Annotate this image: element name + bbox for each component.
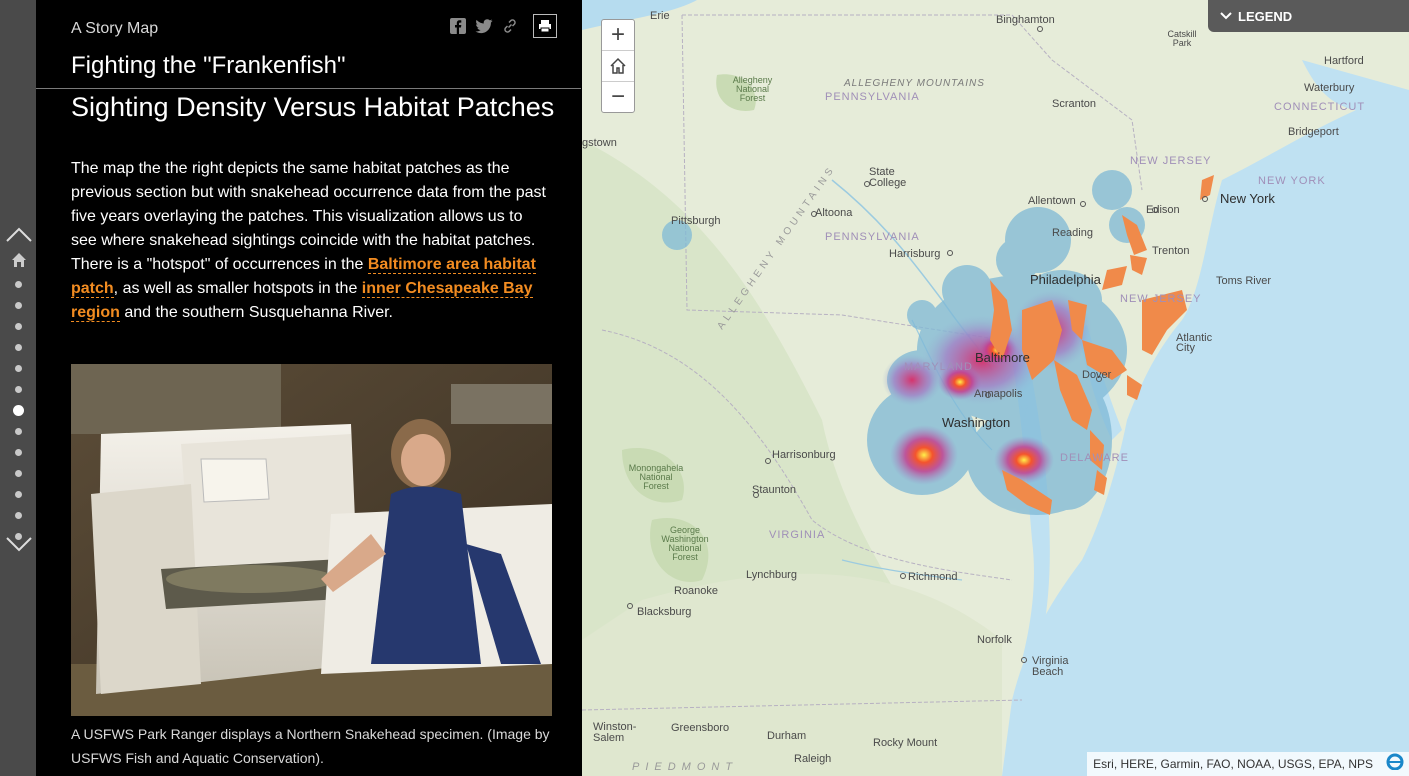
photo-caption: A USFWS Park Ranger displays a Northern … (71, 726, 550, 766)
map-label-toms-river: Toms River (1216, 275, 1272, 287)
map-label-annapolis: Annapolis (974, 388, 1023, 400)
map-label-new-jersey: NEW JERSEY (1130, 155, 1212, 167)
map-label-monongahela: Monongahela National Forest (628, 463, 684, 491)
map-label-george-washington-nf: George Washington National Forest (661, 525, 709, 562)
map-label-catskill: Catskill Park (1167, 29, 1197, 48)
map-label-waterbury: Waterbury (1304, 82, 1355, 94)
map-label-pennsylvania-2: PENNSYLVANIA (825, 231, 920, 243)
map-label-philadelphia: Philadelphia (1030, 272, 1101, 287)
section-nav-dot[interactable] (15, 491, 22, 498)
map-label-washington: Washington (942, 415, 1011, 430)
map-label-pittsburgh: Pittsburgh (671, 215, 721, 227)
map-label-durham: Durham (767, 730, 807, 742)
story-panel: A Story Map Fighting the "Frankenfish" S… (36, 0, 581, 776)
legend-label: LEGEND (1238, 8, 1293, 24)
section-body: The map the the right depicts the same h… (71, 157, 551, 325)
section-nav-dot[interactable] (15, 344, 22, 351)
section-nav-dot[interactable] (15, 428, 22, 435)
twitter-icon[interactable] (475, 17, 493, 35)
map-label-piedmont: PIEDMONT (632, 761, 739, 773)
legend-toggle[interactable]: LEGEND (1208, 0, 1409, 32)
map-label-baltimore: Baltimore (975, 350, 1030, 365)
chevron-down-icon (1220, 12, 1232, 20)
section-nav-dot[interactable] (15, 365, 22, 372)
map-label-erie: Erie (650, 10, 670, 22)
map-label-gstown: gstown (582, 137, 617, 149)
body-text-3: and the southern Susquehanna River. (119, 304, 393, 321)
map-label-allegheny-mountains: ALLEGHENY MOUNTAINS (844, 78, 985, 89)
map-label-richmond: Richmond (908, 571, 958, 583)
section-navigation (0, 0, 36, 776)
map-label-new-york-state: NEW YORK (1258, 175, 1326, 187)
story-title: Fighting the "Frankenfish" (71, 52, 346, 79)
map-label-new-jersey-2: NEW JERSEY (1120, 293, 1202, 305)
map-label-scranton: Scranton (1052, 98, 1097, 110)
map-label-staunton: Staunton (752, 484, 797, 496)
home-extent-button[interactable] (602, 51, 634, 82)
map-label-trenton: Trenton (1152, 245, 1190, 257)
body-text-2: , as well as smaller hotspots in the (113, 280, 362, 297)
map-label-blacksburg: Blacksburg (637, 606, 692, 618)
section-nav-dot[interactable] (15, 386, 22, 393)
chevron-up-icon[interactable] (6, 226, 32, 242)
map-label-allentown: Allentown (1028, 195, 1076, 207)
print-icon[interactable] (533, 14, 557, 38)
title-divider (36, 88, 581, 89)
map-label-binghamton: Binghamton (996, 14, 1055, 26)
snakehead-photo (71, 364, 552, 716)
share-bar (449, 14, 557, 38)
map-label-maryland: MARYLAND (904, 361, 973, 373)
map-label-virginia: VIRGINIA (769, 529, 826, 541)
section-nav-dot[interactable] (15, 512, 22, 519)
map-view[interactable]: ALLEGHENY MOUNTAINS Erie Binghamton Cats… (582, 0, 1409, 776)
map-label-pennsylvania: PENNSYLVANIA (825, 91, 920, 103)
map-label-reading: Reading (1052, 227, 1093, 239)
facebook-icon[interactable] (449, 17, 467, 35)
chevron-down-icon[interactable] (6, 537, 32, 553)
section-title: Sighting Density Versus Habitat Patches (71, 92, 555, 122)
map-label-hartford: Hartford (1324, 55, 1364, 67)
story-kicker: A Story Map (71, 20, 159, 37)
map-label-state-college: State College (869, 166, 907, 189)
section-nav-dot[interactable] (15, 470, 22, 477)
map-label-virginia-beach: Virginia Beach (1032, 655, 1069, 678)
map-label-connecticut: CONNECTICUT (1274, 101, 1366, 113)
map-label-harrisburg: Harrisburg (889, 248, 941, 260)
map-label-lynchburg: Lynchburg (746, 569, 797, 581)
map-label-greensboro: Greensboro (671, 722, 730, 734)
map-label-rocky-mount: Rocky Mount (873, 737, 938, 749)
section-nav-dot[interactable] (13, 405, 24, 416)
map-label-edison: Edison (1146, 204, 1180, 216)
map-attribution: Esri, HERE, Garmin, FAO, NOAA, USGS, EPA… (1087, 752, 1409, 776)
section-nav-dot[interactable] (15, 302, 22, 309)
section-nav-dot[interactable] (15, 449, 22, 456)
map-label-bridgeport: Bridgeport (1288, 126, 1339, 138)
map-label-harrisonburg: Harrisonburg (772, 449, 836, 461)
map-label-allegheny-nf: Allegheny National Forest (732, 75, 773, 103)
map-label-winston-salem: Winston-Salem (593, 721, 637, 744)
map-label-norfolk: Norfolk (977, 634, 1012, 646)
zoom-in-button[interactable]: + (602, 20, 634, 51)
link-icon[interactable] (501, 17, 519, 35)
zoom-controls: + − (601, 19, 635, 113)
map-label-atlantic-city: Atlantic City (1176, 332, 1213, 354)
map-label-altoona: Altoona (815, 207, 853, 219)
section-nav-dot[interactable] (15, 323, 22, 330)
zoom-out-button[interactable]: − (602, 82, 634, 112)
home-icon[interactable] (11, 252, 27, 268)
map-label-dover: Dover (1082, 369, 1112, 381)
map-label-roanoke: Roanoke (674, 585, 719, 597)
section-nav-dot[interactable] (15, 281, 22, 288)
esri-logo[interactable] (1385, 752, 1405, 771)
map-label-new-york-city: New York (1220, 191, 1275, 206)
home-icon (610, 57, 626, 74)
map-label-raleigh: Raleigh (794, 753, 832, 765)
map-label-delaware: DELAWARE (1060, 452, 1129, 464)
